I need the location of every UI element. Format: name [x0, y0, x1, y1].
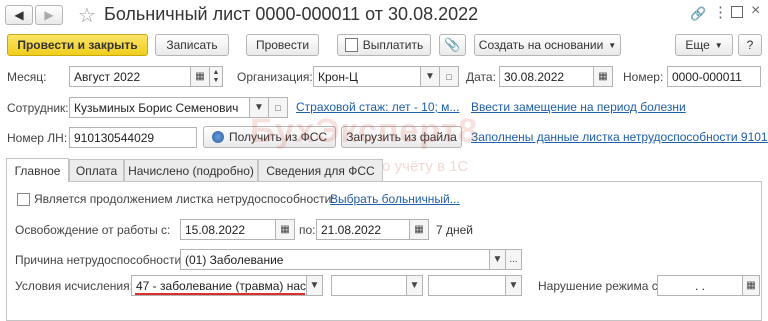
reason-field[interactable]: (01) Заболевание — [180, 249, 490, 270]
ellipsis-icon: ... — [509, 254, 518, 265]
chevron-down-icon: ▼ — [508, 280, 519, 291]
arrow-left-icon: ◀ — [14, 8, 24, 22]
star-icon[interactable]: ☆ — [78, 3, 96, 28]
page-title: Больничный лист 0000-000011 от 30.08.202… — [104, 4, 479, 24]
back-button[interactable]: ◀ — [5, 5, 33, 25]
enter-replacement-link[interactable]: Ввести замещение на период болезни — [471, 100, 686, 114]
date-field[interactable]: 30.08.2022 — [499, 66, 594, 87]
open-icon: □ — [446, 71, 452, 82]
post-button[interactable]: Провести — [246, 34, 319, 56]
chevron-down-icon: ▼ — [409, 280, 420, 291]
date-calendar-button[interactable]: ▦ — [593, 66, 613, 87]
continuation-checkbox[interactable] — [17, 193, 30, 206]
forward-button[interactable]: ▶ — [35, 5, 63, 25]
active-tab-gap — [7, 180, 68, 183]
chevron-down-icon: ▼ — [309, 280, 320, 291]
release-from-label: Освобождение от работы с: — [15, 223, 171, 237]
chevron-down-icon: ▼ — [492, 254, 503, 265]
menu-dots-icon[interactable]: ⋮ — [713, 3, 728, 21]
number-field[interactable]: 0000-000011 — [667, 66, 761, 87]
month-label: Месяц: — [7, 70, 47, 84]
reason-dropdown-button[interactable]: ▼ — [489, 249, 506, 270]
calendar-icon: ▦ — [598, 71, 608, 82]
create-based-on-label: Создать на основании — [478, 38, 604, 52]
release-to-label: по: — [299, 223, 316, 237]
release-from-calendar-button[interactable]: ▦ — [275, 219, 295, 240]
filled-data-link[interactable]: Заполнены данные листка нетрудоспособнос… — [471, 130, 768, 144]
days-count: 7 дней — [436, 223, 474, 237]
condition-2-field[interactable] — [331, 275, 407, 296]
save-button[interactable]: Записать — [155, 34, 229, 56]
condition-3-dropdown-button[interactable]: ▼ — [505, 275, 522, 296]
violation-calendar-button[interactable]: ▦ — [742, 275, 760, 296]
fss-icon — [211, 131, 224, 143]
sick-leave-number-field[interactable]: 910130544029 — [69, 127, 197, 148]
link-icon[interactable]: 🔗 — [690, 6, 706, 22]
paperclip-icon: 📎 — [444, 37, 461, 52]
close-icon[interactable]: × — [751, 2, 760, 20]
post-and-close-button[interactable]: Провести и закрыть — [7, 34, 148, 56]
calendar-icon: ▦ — [414, 224, 424, 235]
chevron-down-icon: ▼ — [608, 40, 617, 50]
pay-button[interactable]: Выплатить — [337, 34, 431, 56]
conditions-dropdown-button[interactable]: ▼ — [306, 275, 323, 296]
help-button[interactable]: ? — [738, 34, 762, 56]
watermark: БухЭксперт8 — [250, 112, 478, 151]
employee-label: Сотрудник: — [7, 101, 69, 115]
employee-field[interactable]: Кузьминых Борис Семенович — [69, 97, 250, 118]
month-calendar-button[interactable]: ▦ — [190, 66, 210, 87]
attachment-button[interactable]: 📎 — [439, 34, 466, 56]
arrow-up-icon: ▲ — [212, 68, 220, 76]
organization-open-button[interactable]: □ — [439, 66, 459, 87]
create-based-on-button[interactable]: Создать на основании ▼ — [474, 34, 621, 56]
arrow-down-icon: ▼ — [212, 76, 220, 84]
arrow-right-icon: ▶ — [44, 8, 54, 22]
condition-2-dropdown-button[interactable]: ▼ — [406, 275, 423, 296]
reason-label: Причина нетрудоспособности: — [15, 253, 185, 267]
condition-3-field[interactable] — [428, 275, 506, 296]
violation-label: Нарушение режима с: — [538, 279, 662, 293]
tab-fss-info[interactable]: Сведения для ФСС — [258, 159, 383, 181]
chevron-down-icon: ▼ — [714, 40, 723, 50]
month-field[interactable]: Август 2022 — [69, 66, 191, 87]
chevron-down-icon: ▼ — [425, 71, 435, 82]
pay-label: Выплатить — [362, 38, 424, 52]
choose-sick-leave-link[interactable]: Выбрать больничный... — [330, 192, 460, 206]
open-icon: □ — [275, 102, 281, 113]
sick-leave-number-label: Номер ЛН: — [7, 131, 68, 145]
organization-label: Организация: — [237, 70, 313, 84]
more-label: Еще — [685, 38, 710, 52]
release-from-field[interactable]: 15.08.2022 — [180, 219, 276, 240]
maximize-icon[interactable] — [731, 6, 743, 18]
conditions-label: Условия исчисления: — [15, 279, 133, 293]
calendar-icon: ▦ — [280, 224, 290, 235]
continuation-label: Является продолжением листка нетрудоспос… — [34, 192, 335, 206]
month-stepper[interactable]: ▲ ▼ — [209, 66, 223, 87]
more-button[interactable]: Еще ▼ — [675, 34, 733, 56]
organization-dropdown-button[interactable]: ▼ — [420, 66, 440, 87]
tab-payment[interactable]: Оплата — [69, 159, 124, 181]
conditions-red-underline — [135, 293, 305, 295]
reason-select-button[interactable]: ... — [505, 249, 522, 270]
watermark-text: БухЭксперт8 — [250, 112, 479, 150]
organization-field[interactable]: Крон-Ц — [313, 66, 421, 87]
release-to-calendar-button[interactable]: ▦ — [409, 219, 429, 240]
pay-icon — [344, 38, 358, 52]
date-label: Дата: — [466, 70, 496, 84]
calendar-icon: ▦ — [195, 71, 205, 82]
calendar-icon: ▦ — [746, 280, 756, 291]
release-to-field[interactable]: 21.08.2022 — [316, 219, 410, 240]
number-label: Номер: — [623, 70, 664, 84]
violation-date-field[interactable]: . . — [657, 275, 743, 296]
tab-main[interactable]: Главное — [6, 158, 69, 182]
tab-accrued-detailed[interactable]: Начислено (подробно) — [124, 159, 258, 181]
